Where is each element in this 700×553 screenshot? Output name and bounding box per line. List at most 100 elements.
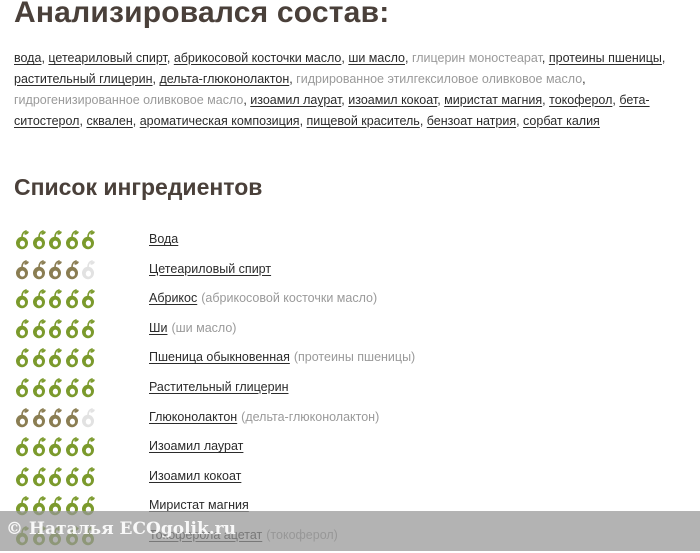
olive-drop-icon [32, 289, 46, 309]
ingredient-name-link[interactable]: Ши [149, 321, 167, 335]
composition-link[interactable]: абрикосовой косточки масло [174, 51, 342, 65]
ingredient-row: Абрикос (абрикосовой косточки масло) [14, 286, 694, 316]
olive-drop-icon [16, 259, 29, 279]
ingredient-label: Изоамил лаурат [149, 439, 243, 453]
ingredient-alias: (протеины пшеницы) [293, 350, 416, 365]
olive-drop-empty-icon [82, 407, 95, 427]
olive-drop-icon [16, 466, 29, 486]
composition-text: вода, цетеариловый спирт, абрикосовой ко… [14, 51, 666, 128]
olive-drop-icon [16, 378, 29, 398]
composition-link[interactable]: сквален [86, 114, 132, 128]
safety-rating [14, 437, 97, 457]
olive-drop-icon [65, 407, 79, 427]
ingredient-row: Изоамил лаурат [14, 434, 694, 464]
composition-link[interactable]: дельта-глюконолактон [159, 72, 289, 86]
composition-title: Анализировался состав: [14, 0, 390, 29]
olive-drop-icon [16, 289, 29, 309]
composition-link[interactable]: протеины пшеницы [549, 51, 662, 65]
ingredient-alias: (абрикосовой косточки масло) [201, 291, 378, 306]
ingredient-label: Вода [149, 232, 178, 246]
olive-drop-icon [65, 378, 79, 398]
olive-drop-icon [65, 259, 79, 279]
olive-drop-icon [65, 230, 79, 250]
ingredient-name-link[interactable]: Растительный глицерин [149, 380, 288, 394]
ingredient-name-link[interactable]: Вода [149, 232, 178, 246]
ingredient-label: Растительный глицерин [149, 380, 288, 394]
ingredient-alias: (дельта-глюконолактон) [241, 409, 380, 424]
watermark-text: © Наталья ECOgolik.ru [6, 519, 236, 539]
olive-drop-icon [65, 466, 79, 486]
composition-link[interactable]: бензоат натрия [427, 114, 516, 128]
ingredient-row: Растительный глицерин [14, 375, 694, 405]
composition-link[interactable]: сорбат калия [523, 114, 600, 128]
ingredients-list-title: Список ингредиентов [14, 174, 263, 200]
olive-drop-icon [82, 437, 95, 457]
composition-link[interactable]: пищевой краситель [307, 114, 420, 128]
ingredient-label: Пшеница обыкновенная (протеины пшеницы) [149, 350, 415, 364]
composition-unlinked-item: глицерин моностеарат [411, 51, 542, 65]
olive-drop-icon [49, 378, 62, 398]
olive-drop-icon [49, 289, 62, 309]
ingredient-label: Абрикос (абрикосовой косточки масло) [149, 291, 377, 305]
olive-drop-icon [16, 348, 29, 368]
olive-drop-icon [49, 348, 62, 368]
olive-drop-icon [49, 259, 62, 279]
ingredient-name-link[interactable]: Абрикос [149, 291, 197, 305]
ingredient-row: Ши (ши масло) [14, 316, 694, 346]
safety-rating [14, 378, 97, 398]
composition-link[interactable]: миристат магния [444, 93, 542, 107]
olive-drop-icon [32, 407, 46, 427]
composition-link[interactable]: токоферол [549, 93, 612, 107]
olive-drop-icon [82, 348, 95, 368]
safety-rating [14, 289, 97, 309]
ingredient-row: Цетеариловый спирт [14, 257, 694, 287]
olive-drop-icon [49, 230, 62, 250]
ingredient-alias: (ши масло) [171, 320, 237, 335]
olive-drop-icon [49, 466, 62, 486]
olive-drop-icon [82, 318, 95, 338]
olive-drop-icon [65, 348, 79, 368]
composition-link[interactable]: ароматическая композиция [140, 114, 300, 128]
olive-drop-icon [82, 466, 95, 486]
watermark: © Наталья ECOgolik.ru [0, 511, 700, 551]
composition-link[interactable]: изоамил кокоат [348, 93, 437, 107]
olive-drop-icon [82, 230, 95, 250]
composition-unlinked-item: гидрогенизированное оливковое масло [14, 93, 244, 107]
ingredient-label: Ши (ши масло) [149, 321, 236, 335]
olive-drop-icon [65, 289, 79, 309]
composition-link[interactable]: изоамил лаурат [250, 93, 341, 107]
safety-rating [14, 348, 97, 368]
composition-link[interactable]: вода [14, 51, 41, 65]
safety-rating [14, 318, 97, 339]
olive-drop-icon [32, 437, 46, 457]
olive-drop-icon [32, 259, 46, 279]
olive-drop-icon [16, 318, 29, 338]
olive-drop-icon [16, 230, 29, 250]
composition-link[interactable]: цетеариловый спирт [48, 51, 166, 65]
ingredient-name-link[interactable]: Изоамил лаурат [149, 439, 243, 453]
ingredient-name-link[interactable]: Цетеариловый спирт [149, 262, 271, 276]
olive-drop-icon [65, 437, 79, 457]
olive-drop-icon [65, 318, 79, 338]
ingredient-row: Пшеница обыкновенная (протеины пшеницы) [14, 345, 694, 375]
composition-link[interactable]: ши масло [348, 51, 405, 65]
olive-drop-icon [32, 230, 46, 250]
ingredient-label: Глюконолактон (дельта-глюконолактон) [149, 410, 379, 424]
olive-drop-icon [82, 289, 95, 309]
olive-drop-icon [32, 378, 46, 398]
olive-drop-empty-icon [82, 259, 95, 279]
olive-drop-icon [49, 437, 62, 457]
ingredient-row: Вода [14, 227, 694, 257]
olive-drop-icon [16, 407, 29, 427]
ingredient-name-link[interactable]: Изоамил кокоат [149, 469, 241, 483]
ingredient-row: Изоамил кокоат [14, 464, 694, 494]
olive-drop-icon [32, 318, 46, 338]
olive-drop-icon [49, 318, 62, 338]
ingredient-name-link[interactable]: Глюконолактон [149, 410, 237, 424]
olive-drop-icon [32, 466, 46, 486]
safety-rating [14, 466, 97, 487]
ingredient-label: Цетеариловый спирт [149, 262, 271, 276]
safety-rating [14, 230, 97, 250]
composition-link[interactable]: растительный глицерин [14, 72, 153, 86]
ingredient-name-link[interactable]: Пшеница обыкновенная [149, 350, 290, 364]
